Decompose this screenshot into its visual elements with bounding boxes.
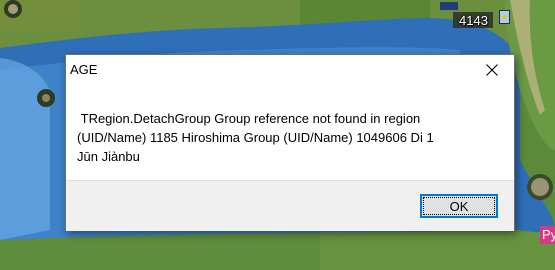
close-button[interactable]: [470, 55, 514, 85]
dialog-message: TRegion.DetachGroup Group reference not …: [77, 111, 434, 164]
unit-badge-icon: ★: [499, 10, 510, 24]
region-label[interactable]: Py: [540, 226, 555, 244]
close-icon: [486, 64, 498, 76]
ok-button[interactable]: OK: [420, 194, 498, 218]
unit-count[interactable]: 4143: [459, 13, 488, 28]
dialog-titlebar[interactable]: AGE: [66, 55, 514, 85]
ok-button-label: OK: [449, 198, 469, 214]
error-dialog: AGE TRegion.DetachGroup Group reference …: [65, 54, 515, 231]
dialog-footer: OK: [66, 180, 514, 231]
dialog-title: AGE: [70, 62, 98, 77]
